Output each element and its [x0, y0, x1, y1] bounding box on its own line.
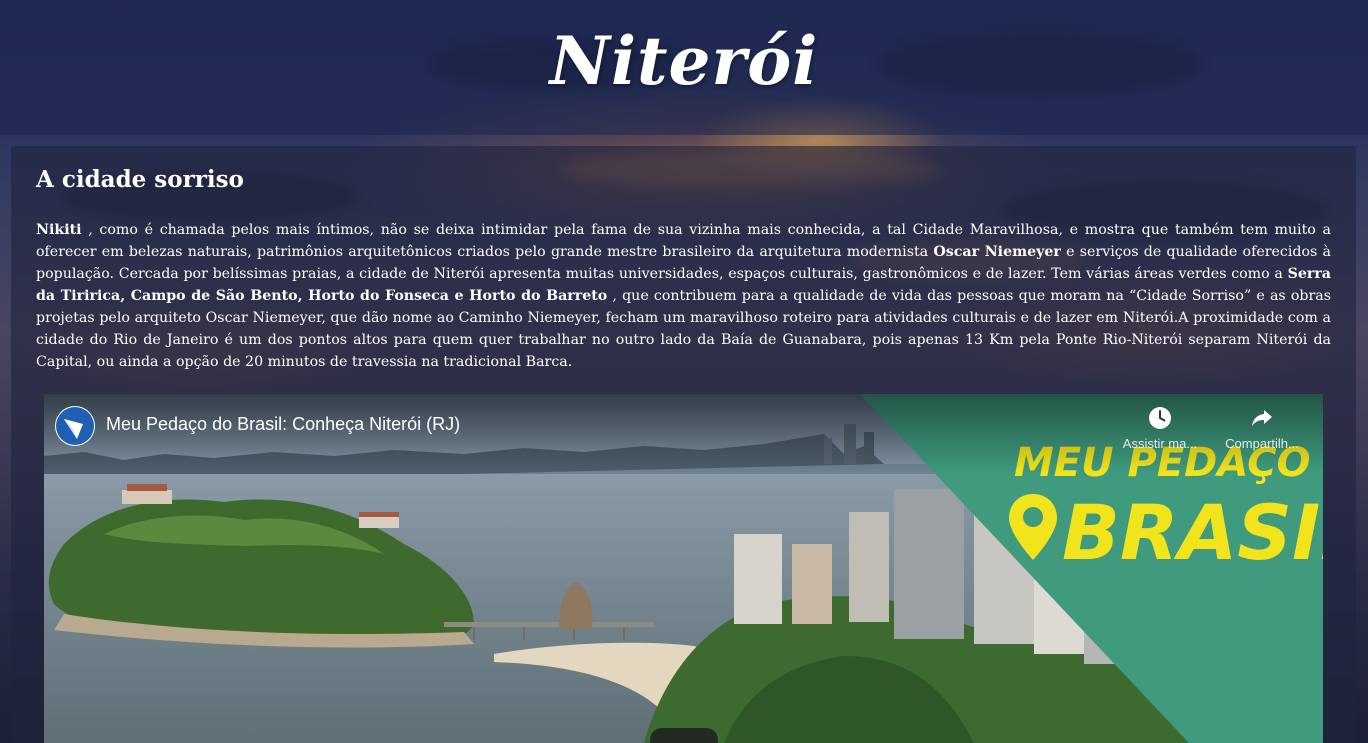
article-section: A cidade sorriso Nikiti , como é chamada… [11, 146, 1356, 743]
article-heading: A cidade sorriso [36, 166, 244, 193]
clock-icon [1149, 407, 1171, 429]
channel-avatar[interactable] [55, 406, 95, 446]
video-title[interactable]: Meu Pedaço do Brasil: Conheça Niterói (R… [106, 414, 460, 435]
channel-logo-icon [56, 407, 94, 445]
banner-line-2: BRASIL [1062, 488, 1323, 577]
nikiti-term: Nikiti [36, 222, 82, 238]
watch-later-label: Assistir ma... [1122, 436, 1198, 451]
site-header: Niterói [0, 0, 1368, 135]
play-button[interactable] [650, 728, 718, 743]
oscar-niemeyer-term: Oscar Niemeyer [933, 244, 1061, 260]
share-label: Compartilh... [1225, 436, 1299, 451]
article-paragraph: Nikiti , como é chamada pelos mais íntim… [36, 219, 1331, 373]
watch-later-button[interactable]: Assistir ma... [1117, 404, 1203, 451]
youtube-video-embed[interactable]: MEU PEDAÇO DO BRASIL Meu Pedaço do Brasi… [44, 394, 1323, 743]
share-arrow-icon [1252, 410, 1272, 426]
site-title: Niterói [549, 22, 819, 100]
share-button[interactable]: Compartilh... [1219, 404, 1305, 451]
